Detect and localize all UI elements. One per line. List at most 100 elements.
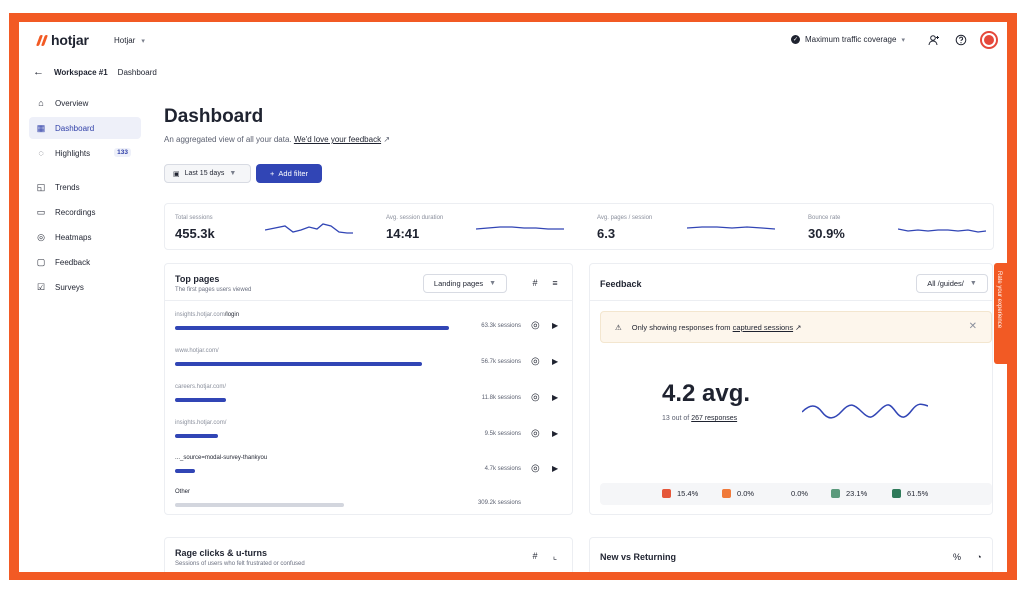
sidebar-item-surveys[interactable]: ☑ Surveys [29, 276, 141, 298]
sidebar-item-trends[interactable]: ◱ Trends [29, 176, 141, 198]
heatmap-icon[interactable]: ◎ [531, 392, 540, 403]
percent-icon[interactable]: % [951, 552, 963, 562]
sparkline-avg-pages [687, 226, 775, 230]
chevron-down-icon: ▼ [229, 170, 237, 177]
sessions-count: 63.3k sessions [481, 323, 521, 329]
add-user-icon[interactable] [927, 33, 941, 47]
feedback-link[interactable]: We'd love your feedback [294, 135, 381, 144]
table-row[interactable]: insights.hotjar.com/login 63.3k sessions… [175, 312, 565, 344]
play-icon[interactable]: ▶ [552, 429, 558, 438]
date-range-label: Last 15 days [184, 170, 225, 177]
logo[interactable]: hotjar [37, 32, 89, 48]
top-pages-subtitle: The first pages users viewed [175, 287, 252, 293]
kpi-bounce-rate[interactable]: Bounce rate 30.9% [798, 204, 994, 251]
chevron-down-icon: ▾ [901, 36, 905, 44]
add-filter-button[interactable]: + Add filter [256, 164, 322, 183]
responses-link[interactable]: 267 responses [691, 415, 737, 422]
sidebar-item-dashboard[interactable]: ▦ Dashboard [29, 117, 141, 139]
rage-clicks-subtitle: Sessions of users who felt frustrated or… [175, 561, 305, 567]
play-icon[interactable]: ▶ [552, 357, 558, 366]
neutral-face-icon [776, 489, 785, 498]
sidebar-item-label: Feedback [55, 257, 91, 267]
kpi-value: 30.9% [808, 226, 845, 241]
feedback-title: Feedback [600, 279, 642, 289]
sad-face-icon [722, 489, 731, 498]
page-url: careers.hotjar.com/ [175, 384, 227, 390]
kpi-avg-pages-session[interactable]: Avg. pages / session 6.3 [587, 204, 794, 251]
calendar-icon: ▣ [173, 170, 180, 178]
coverage-label: Maximum traffic coverage [805, 35, 897, 44]
captured-sessions-notice: ⚠ Only showing responses from captured s… [600, 311, 992, 343]
recordings-icon: ▭ [36, 206, 46, 217]
home-icon: ⌂ [38, 98, 44, 108]
rating-distribution: 15.4% 0.0% 0.0% 23.1% 61.5% [600, 483, 992, 505]
sidebar-item-heatmaps[interactable]: ◎ Heatmaps [29, 226, 141, 248]
arrow-left-icon[interactable]: ← [33, 66, 44, 78]
heatmap-icon[interactable]: ◎ [531, 320, 540, 331]
warning-icon: ⚠ [615, 322, 622, 332]
sidebar-item-label: Dashboard [55, 123, 95, 133]
table-row[interactable]: www.hotjar.com/ 56.7k sessions ◎ ▶ [175, 348, 565, 380]
responses-summary: 13 out of 267 responses [662, 415, 738, 422]
feedback-icon: ▢ [36, 256, 46, 267]
traffic-coverage-selector[interactable]: ✓ Maximum traffic coverage ▾ [791, 35, 905, 44]
table-row[interactable]: careers.hotjar.com/ 11.8k sessions ◎ ▶ [175, 384, 565, 416]
kpi-label: Bounce rate [808, 215, 841, 221]
hash-icon[interactable]: # [529, 551, 541, 561]
avatar[interactable] [980, 31, 998, 49]
notice-text: Only showing responses from captured ses… [631, 322, 802, 332]
sidebar-item-highlights[interactable]: ◌ Highlights 133 [29, 142, 141, 164]
top-bar: hotjar Hotjar ▾ ✓ Maximum traffic covera… [19, 22, 1007, 58]
table-row[interactable]: insights.hotjar.com/ 9.5k sessions ◎ ▶ [175, 420, 565, 452]
trends-icon: ◱ [36, 181, 46, 192]
breadcrumb-page: Dashboard [117, 67, 157, 77]
landing-pages-select[interactable]: Landing pages ▼ [423, 274, 507, 293]
kpi-avg-session-duration[interactable]: Avg. session duration 14:41 [376, 204, 583, 251]
captured-sessions-link[interactable]: captured sessions [733, 323, 793, 332]
sidebar-item-overview[interactable]: ⌂ Overview [29, 92, 141, 114]
play-icon[interactable]: ▶ [552, 393, 558, 402]
chevron-down-icon: ▼ [489, 280, 497, 287]
play-icon[interactable]: ▶ [552, 321, 558, 330]
user-icon [984, 35, 994, 45]
heatmap-icon[interactable]: ◎ [531, 428, 540, 439]
list-icon[interactable]: ≡ [549, 278, 561, 288]
landing-pages-label: Landing pages [433, 279, 484, 288]
sessions-count: 56.7k sessions [481, 359, 521, 365]
sessions-bar [175, 434, 218, 438]
average-rating: 4.2 avg. [662, 380, 751, 407]
lightbulb-icon: ◌ [38, 148, 44, 158]
hash-icon[interactable]: # [529, 278, 541, 288]
heatmap-icon[interactable]: ◎ [531, 463, 540, 474]
chart-icon[interactable]: ⌞ [549, 551, 561, 562]
clock-icon[interactable]: ◔ [973, 552, 985, 562]
rate-experience-tab[interactable]: Rate your experience [994, 263, 1007, 364]
table-row: Other 309.2k sessions [175, 489, 565, 521]
rating-item: 0.0% [776, 489, 808, 498]
play-icon[interactable]: ▶ [552, 464, 558, 473]
page-title: Dashboard [164, 106, 264, 127]
sidebar-item-feedback[interactable]: ▢ Feedback [29, 251, 141, 273]
app-window: hotjar Hotjar ▾ ✓ Maximum traffic covera… [19, 22, 1007, 572]
org-switcher[interactable]: Hotjar ▾ [114, 36, 145, 45]
feedback-filter-select[interactable]: All /guides/ ▼ [916, 274, 988, 293]
external-link-icon: ↗ [383, 135, 391, 144]
help-icon[interactable] [954, 33, 968, 47]
sessions-bar [175, 362, 422, 366]
kpi-total-sessions[interactable]: Total sessions 455.3k [165, 204, 372, 251]
kpi-row: Total sessions 455.3k Avg. session durat… [164, 203, 994, 250]
new-vs-returning-title: New vs Returning [600, 552, 677, 562]
heatmaps-icon: ◎ [37, 231, 45, 242]
table-row[interactable]: ..._source=modal-survey-thankyou 4.7k se… [175, 455, 565, 487]
breadcrumb-workspace[interactable]: Workspace #1 [54, 68, 108, 77]
subtitle-text: An aggregated view of all your data. [164, 135, 292, 144]
sidebar-item-recordings[interactable]: ▭ Recordings [29, 201, 141, 223]
date-range-button[interactable]: ▣ Last 15 days ▼ [164, 164, 251, 183]
close-icon[interactable]: ✕ [969, 321, 977, 332]
heatmap-icon[interactable]: ◎ [531, 356, 540, 367]
chevron-down-icon: ▼ [969, 280, 977, 287]
page-url: insights.hotjar.com/ [175, 420, 227, 426]
sidebar-item-label: Highlights [55, 148, 91, 158]
kpi-value: 455.3k [175, 226, 215, 241]
top-pages-card: Top pages The first pages users viewed L… [164, 263, 573, 515]
